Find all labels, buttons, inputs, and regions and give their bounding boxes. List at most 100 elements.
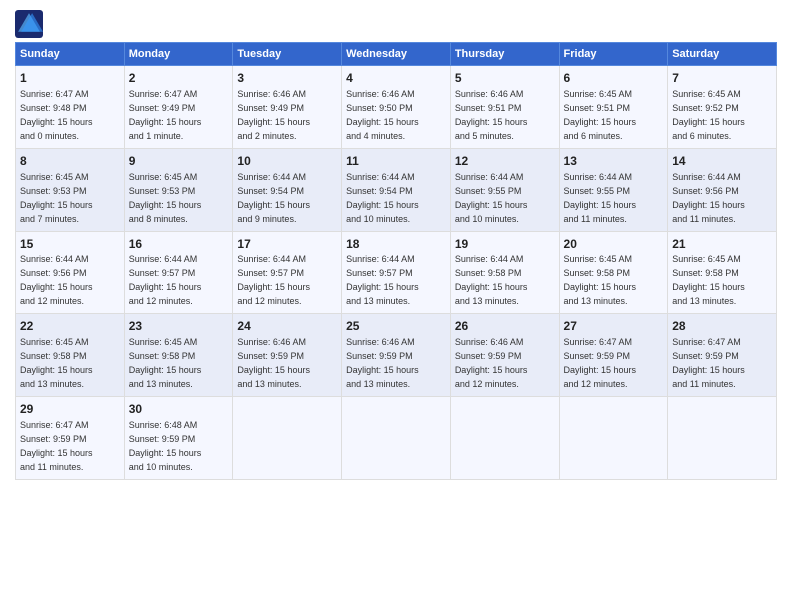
day-number: 12 <box>455 153 555 170</box>
calendar-week-row: 22 Sunrise: 6:45 AMSunset: 9:58 PMDaylig… <box>16 314 777 397</box>
weekday-header-wednesday: Wednesday <box>342 43 451 66</box>
calendar-cell: 17 Sunrise: 6:44 AMSunset: 9:57 PMDaylig… <box>233 231 342 314</box>
day-number: 11 <box>346 153 446 170</box>
calendar-cell: 12 Sunrise: 6:44 AMSunset: 9:55 PMDaylig… <box>450 148 559 231</box>
day-info: Sunrise: 6:46 AMSunset: 9:51 PMDaylight:… <box>455 89 528 141</box>
day-info: Sunrise: 6:44 AMSunset: 9:57 PMDaylight:… <box>237 254 310 306</box>
weekday-header-monday: Monday <box>124 43 233 66</box>
day-number: 3 <box>237 70 337 87</box>
day-number: 23 <box>129 318 229 335</box>
day-number: 30 <box>129 401 229 418</box>
calendar-cell: 30 Sunrise: 6:48 AMSunset: 9:59 PMDaylig… <box>124 397 233 480</box>
calendar-cell <box>342 397 451 480</box>
day-info: Sunrise: 6:47 AMSunset: 9:59 PMDaylight:… <box>564 337 637 389</box>
day-info: Sunrise: 6:45 AMSunset: 9:58 PMDaylight:… <box>20 337 93 389</box>
day-number: 15 <box>20 236 120 253</box>
day-info: Sunrise: 6:44 AMSunset: 9:57 PMDaylight:… <box>129 254 202 306</box>
calendar-cell: 5 Sunrise: 6:46 AMSunset: 9:51 PMDayligh… <box>450 66 559 149</box>
day-number: 9 <box>129 153 229 170</box>
day-info: Sunrise: 6:44 AMSunset: 9:56 PMDaylight:… <box>672 172 745 224</box>
day-number: 13 <box>564 153 664 170</box>
calendar-cell <box>559 397 668 480</box>
calendar-cell <box>233 397 342 480</box>
calendar-cell: 11 Sunrise: 6:44 AMSunset: 9:54 PMDaylig… <box>342 148 451 231</box>
day-info: Sunrise: 6:45 AMSunset: 9:58 PMDaylight:… <box>672 254 745 306</box>
weekday-header-sunday: Sunday <box>16 43 125 66</box>
calendar-cell: 26 Sunrise: 6:46 AMSunset: 9:59 PMDaylig… <box>450 314 559 397</box>
day-number: 16 <box>129 236 229 253</box>
day-number: 20 <box>564 236 664 253</box>
day-number: 25 <box>346 318 446 335</box>
calendar-cell: 7 Sunrise: 6:45 AMSunset: 9:52 PMDayligh… <box>668 66 777 149</box>
weekday-header-thursday: Thursday <box>450 43 559 66</box>
day-info: Sunrise: 6:46 AMSunset: 9:49 PMDaylight:… <box>237 89 310 141</box>
calendar-week-row: 15 Sunrise: 6:44 AMSunset: 9:56 PMDaylig… <box>16 231 777 314</box>
page: SundayMondayTuesdayWednesdayThursdayFrid… <box>0 0 792 612</box>
calendar-cell: 18 Sunrise: 6:44 AMSunset: 9:57 PMDaylig… <box>342 231 451 314</box>
calendar-cell <box>450 397 559 480</box>
calendar-cell: 29 Sunrise: 6:47 AMSunset: 9:59 PMDaylig… <box>16 397 125 480</box>
day-number: 4 <box>346 70 446 87</box>
day-info: Sunrise: 6:44 AMSunset: 9:54 PMDaylight:… <box>346 172 419 224</box>
day-number: 18 <box>346 236 446 253</box>
logo-icon <box>15 10 43 38</box>
day-info: Sunrise: 6:44 AMSunset: 9:55 PMDaylight:… <box>455 172 528 224</box>
day-number: 6 <box>564 70 664 87</box>
day-number: 5 <box>455 70 555 87</box>
day-number: 19 <box>455 236 555 253</box>
day-number: 24 <box>237 318 337 335</box>
day-number: 28 <box>672 318 772 335</box>
day-number: 17 <box>237 236 337 253</box>
day-number: 2 <box>129 70 229 87</box>
day-info: Sunrise: 6:47 AMSunset: 9:59 PMDaylight:… <box>20 420 93 472</box>
weekday-header-friday: Friday <box>559 43 668 66</box>
calendar-cell: 25 Sunrise: 6:46 AMSunset: 9:59 PMDaylig… <box>342 314 451 397</box>
calendar-cell: 15 Sunrise: 6:44 AMSunset: 9:56 PMDaylig… <box>16 231 125 314</box>
day-number: 7 <box>672 70 772 87</box>
calendar-cell: 4 Sunrise: 6:46 AMSunset: 9:50 PMDayligh… <box>342 66 451 149</box>
day-info: Sunrise: 6:44 AMSunset: 9:55 PMDaylight:… <box>564 172 637 224</box>
day-number: 10 <box>237 153 337 170</box>
day-info: Sunrise: 6:45 AMSunset: 9:52 PMDaylight:… <box>672 89 745 141</box>
calendar-cell: 23 Sunrise: 6:45 AMSunset: 9:58 PMDaylig… <box>124 314 233 397</box>
calendar-cell: 20 Sunrise: 6:45 AMSunset: 9:58 PMDaylig… <box>559 231 668 314</box>
calendar-cell: 2 Sunrise: 6:47 AMSunset: 9:49 PMDayligh… <box>124 66 233 149</box>
day-info: Sunrise: 6:46 AMSunset: 9:59 PMDaylight:… <box>455 337 528 389</box>
calendar-week-row: 8 Sunrise: 6:45 AMSunset: 9:53 PMDayligh… <box>16 148 777 231</box>
calendar-cell: 14 Sunrise: 6:44 AMSunset: 9:56 PMDaylig… <box>668 148 777 231</box>
calendar-cell: 9 Sunrise: 6:45 AMSunset: 9:53 PMDayligh… <box>124 148 233 231</box>
day-info: Sunrise: 6:45 AMSunset: 9:51 PMDaylight:… <box>564 89 637 141</box>
weekday-header-row: SundayMondayTuesdayWednesdayThursdayFrid… <box>16 43 777 66</box>
day-info: Sunrise: 6:44 AMSunset: 9:58 PMDaylight:… <box>455 254 528 306</box>
day-info: Sunrise: 6:45 AMSunset: 9:58 PMDaylight:… <box>129 337 202 389</box>
calendar-cell: 1 Sunrise: 6:47 AMSunset: 9:48 PMDayligh… <box>16 66 125 149</box>
day-number: 21 <box>672 236 772 253</box>
day-number: 29 <box>20 401 120 418</box>
day-number: 14 <box>672 153 772 170</box>
day-info: Sunrise: 6:44 AMSunset: 9:54 PMDaylight:… <box>237 172 310 224</box>
day-info: Sunrise: 6:44 AMSunset: 9:57 PMDaylight:… <box>346 254 419 306</box>
day-number: 27 <box>564 318 664 335</box>
calendar-cell: 10 Sunrise: 6:44 AMSunset: 9:54 PMDaylig… <box>233 148 342 231</box>
calendar-cell: 22 Sunrise: 6:45 AMSunset: 9:58 PMDaylig… <box>16 314 125 397</box>
calendar-cell: 8 Sunrise: 6:45 AMSunset: 9:53 PMDayligh… <box>16 148 125 231</box>
calendar-cell: 3 Sunrise: 6:46 AMSunset: 9:49 PMDayligh… <box>233 66 342 149</box>
calendar-week-row: 1 Sunrise: 6:47 AMSunset: 9:48 PMDayligh… <box>16 66 777 149</box>
day-info: Sunrise: 6:46 AMSunset: 9:50 PMDaylight:… <box>346 89 419 141</box>
calendar-table: SundayMondayTuesdayWednesdayThursdayFrid… <box>15 42 777 480</box>
calendar-cell: 21 Sunrise: 6:45 AMSunset: 9:58 PMDaylig… <box>668 231 777 314</box>
calendar-cell: 28 Sunrise: 6:47 AMSunset: 9:59 PMDaylig… <box>668 314 777 397</box>
day-info: Sunrise: 6:45 AMSunset: 9:53 PMDaylight:… <box>129 172 202 224</box>
calendar-cell: 24 Sunrise: 6:46 AMSunset: 9:59 PMDaylig… <box>233 314 342 397</box>
day-info: Sunrise: 6:47 AMSunset: 9:59 PMDaylight:… <box>672 337 745 389</box>
calendar-cell: 16 Sunrise: 6:44 AMSunset: 9:57 PMDaylig… <box>124 231 233 314</box>
day-info: Sunrise: 6:47 AMSunset: 9:48 PMDaylight:… <box>20 89 93 141</box>
day-info: Sunrise: 6:46 AMSunset: 9:59 PMDaylight:… <box>237 337 310 389</box>
calendar-cell: 19 Sunrise: 6:44 AMSunset: 9:58 PMDaylig… <box>450 231 559 314</box>
day-info: Sunrise: 6:46 AMSunset: 9:59 PMDaylight:… <box>346 337 419 389</box>
calendar-week-row: 29 Sunrise: 6:47 AMSunset: 9:59 PMDaylig… <box>16 397 777 480</box>
day-info: Sunrise: 6:48 AMSunset: 9:59 PMDaylight:… <box>129 420 202 472</box>
calendar-cell: 13 Sunrise: 6:44 AMSunset: 9:55 PMDaylig… <box>559 148 668 231</box>
day-info: Sunrise: 6:45 AMSunset: 9:58 PMDaylight:… <box>564 254 637 306</box>
day-number: 26 <box>455 318 555 335</box>
